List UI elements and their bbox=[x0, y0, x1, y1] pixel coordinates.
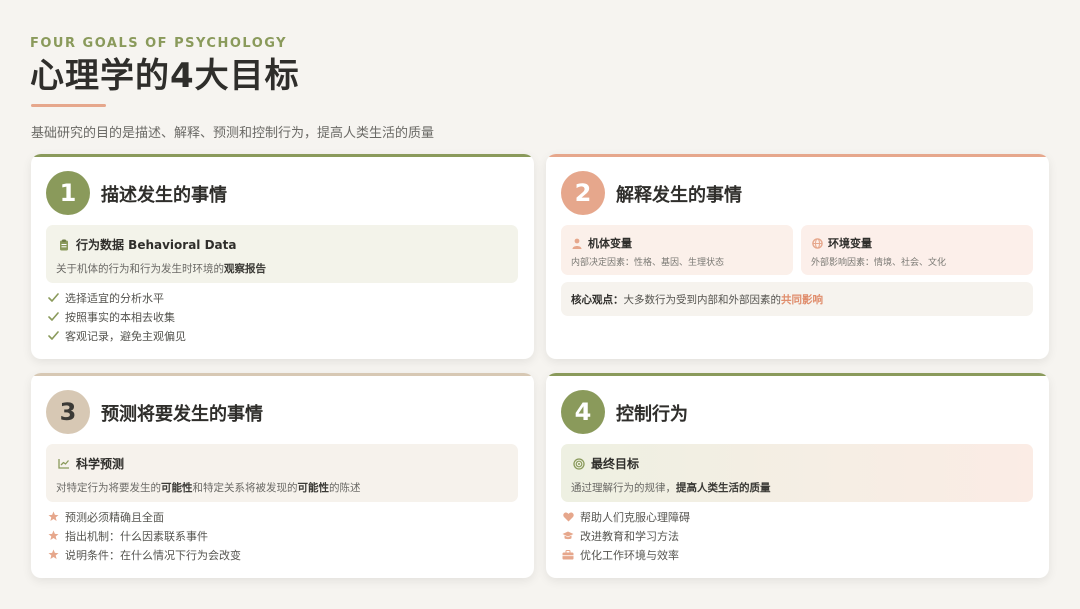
core-label: 核心观点： bbox=[571, 294, 624, 306]
box-description: 关于机体的行为和行为发生时环境的观察报告 bbox=[56, 261, 266, 276]
core-text: 大多数行为受到内部和外部因素的 bbox=[623, 294, 782, 306]
variable-description: 外部影响因素：情境、社会、文化 bbox=[811, 258, 947, 268]
scientific-prediction-box: 科学预测 对特定行为将要发生的可能性和特定关系将被发现的可能性的陈述 bbox=[46, 444, 518, 502]
desc-text: 的陈述 bbox=[329, 482, 361, 494]
clipboard-icon bbox=[58, 239, 70, 251]
heart-icon bbox=[562, 511, 574, 523]
check-icon bbox=[47, 311, 59, 323]
organism-variable-box: 机体变量 内部决定因素：性格、基因、生理状态 bbox=[561, 225, 793, 275]
list-item-text: 改进教育和学习方法 bbox=[580, 529, 679, 543]
goal-card-explain: 2 解释发生的事情 机体变量 内部决定因素：性格、基因、生理状态 环境变量 外部… bbox=[546, 154, 1049, 359]
desc-text: 和特定关系将被发现的 bbox=[192, 482, 298, 494]
list-item: 选择适宜的分析水平 bbox=[47, 288, 186, 307]
desc-bold: 可能性 bbox=[297, 482, 330, 494]
goal-number-badge: 1 bbox=[46, 171, 90, 215]
card-title: 解释发生的事情 bbox=[616, 185, 742, 206]
intro-text: 基础研究的目的是描述、解释、预测和控制行为，提高人类生活的质量 bbox=[31, 126, 435, 141]
list-item: 客观记录，避免主观偏见 bbox=[47, 326, 186, 345]
card-title: 预测将要发生的事情 bbox=[101, 404, 263, 425]
goal-number-badge: 2 bbox=[561, 171, 605, 215]
goal-card-predict: 3 预测将要发生的事情 科学预测 对特定行为将要发生的可能性和特定关系将被发现的… bbox=[31, 373, 534, 578]
desc-bold: 观察报告 bbox=[224, 263, 266, 275]
variable-heading-label: 环境变量 bbox=[828, 237, 872, 250]
list-item-text: 说明条件：在什么情况下行为会改变 bbox=[65, 548, 241, 562]
card-top-border bbox=[546, 154, 1049, 157]
goal-number-badge: 3 bbox=[46, 390, 90, 434]
target-icon bbox=[573, 457, 585, 470]
chart-line-icon bbox=[58, 458, 70, 470]
predict-list: 预测必须精确且全面 指出机制：什么因素联系事件 说明条件：在什么情况下行为会改变 bbox=[47, 507, 241, 564]
page-title: 心理学的4大目标 bbox=[30, 56, 300, 96]
list-item: 按照事实的本相去收集 bbox=[47, 307, 186, 326]
box-heading: 行为数据 Behavioral Data bbox=[58, 236, 236, 253]
check-icon bbox=[47, 292, 59, 304]
box-description: 通过理解行为的规律，提高人类生活的质量 bbox=[571, 480, 771, 495]
desc-text: 关于机体的行为和行为发生时环境的 bbox=[56, 263, 224, 275]
control-list: 帮助人们克服心理障碍 改进教育和学习方法 优化工作环境与效率 bbox=[562, 507, 690, 564]
list-item-text: 按照事实的本相去收集 bbox=[65, 310, 175, 324]
list-item: 指出机制：什么因素联系事件 bbox=[47, 526, 241, 545]
variable-heading: 机体变量 bbox=[571, 235, 632, 251]
list-item: 帮助人们克服心理障碍 bbox=[562, 507, 690, 526]
desc-bold: 可能性 bbox=[161, 482, 193, 494]
variable-heading: 环境变量 bbox=[811, 235, 872, 251]
list-item-text: 客观记录，避免主观偏见 bbox=[65, 329, 186, 343]
desc-text: 通过理解行为的规律， bbox=[571, 482, 676, 494]
box-heading-label: 最终目标 bbox=[591, 457, 640, 471]
list-item: 改进教育和学习方法 bbox=[562, 526, 690, 545]
goal-card-describe: 1 描述发生的事情 行为数据 Behavioral Data 关于机体的行为和行… bbox=[31, 154, 534, 359]
briefcase-icon bbox=[562, 549, 574, 561]
box-heading: 最终目标 bbox=[573, 455, 639, 472]
card-top-border bbox=[546, 373, 1049, 376]
ultimate-goal-box: 最终目标 通过理解行为的规律，提高人类生活的质量 bbox=[561, 444, 1033, 502]
list-item-text: 优化工作环境与效率 bbox=[580, 548, 679, 562]
card-top-border bbox=[31, 154, 534, 157]
star-icon bbox=[47, 511, 59, 523]
goal-number-badge: 4 bbox=[561, 390, 605, 434]
variable-description: 内部决定因素：性格、基因、生理状态 bbox=[571, 258, 725, 268]
variable-heading-label: 机体变量 bbox=[588, 237, 632, 250]
graduation-cap-icon bbox=[562, 530, 574, 542]
list-item: 说明条件：在什么情况下行为会改变 bbox=[47, 545, 241, 564]
list-item-text: 选择适宜的分析水平 bbox=[65, 291, 164, 305]
goal-card-control: 4 控制行为 最终目标 通过理解行为的规律，提高人类生活的质量 帮助人们克服心理… bbox=[546, 373, 1049, 578]
list-item-text: 指出机制：什么因素联系事件 bbox=[65, 529, 208, 543]
slide: FOUR GOALS OF PSYCHOLOGY 心理学的4大目标 基础研究的目… bbox=[0, 0, 1080, 609]
environment-variable-box: 环境变量 外部影响因素：情境、社会、文化 bbox=[801, 225, 1033, 275]
card-title: 控制行为 bbox=[616, 404, 688, 425]
star-icon bbox=[47, 530, 59, 542]
behavioral-data-box: 行为数据 Behavioral Data 关于机体的行为和行为发生时环境的观察报… bbox=[46, 225, 518, 283]
card-title: 描述发生的事情 bbox=[101, 185, 227, 206]
list-item: 预测必须精确且全面 bbox=[47, 507, 241, 526]
box-heading: 科学预测 bbox=[58, 455, 124, 472]
list-item-text: 预测必须精确且全面 bbox=[65, 510, 164, 524]
box-heading-label: 科学预测 bbox=[76, 457, 125, 471]
desc-text: 对特定行为将要发生的 bbox=[56, 482, 161, 494]
title-underline bbox=[31, 104, 106, 107]
check-icon bbox=[47, 330, 59, 342]
list-item-text: 帮助人们克服心理障碍 bbox=[580, 510, 690, 524]
star-icon bbox=[47, 549, 59, 561]
person-icon bbox=[571, 237, 583, 249]
core-accent: 共同影响 bbox=[781, 294, 823, 306]
box-description: 对特定行为将要发生的可能性和特定关系将被发现的可能性的陈述 bbox=[56, 480, 361, 495]
describe-list: 选择适宜的分析水平 按照事实的本相去收集 客观记录，避免主观偏见 bbox=[47, 288, 186, 345]
list-item: 优化工作环境与效率 bbox=[562, 545, 690, 564]
card-top-border bbox=[31, 373, 534, 376]
globe-icon bbox=[811, 237, 823, 249]
desc-bold: 提高人类生活的质量 bbox=[676, 482, 771, 494]
core-viewpoint: 核心观点：大多数行为受到内部和外部因素的共同影响 bbox=[561, 282, 1033, 316]
box-heading-label: 行为数据 Behavioral Data bbox=[76, 238, 237, 252]
